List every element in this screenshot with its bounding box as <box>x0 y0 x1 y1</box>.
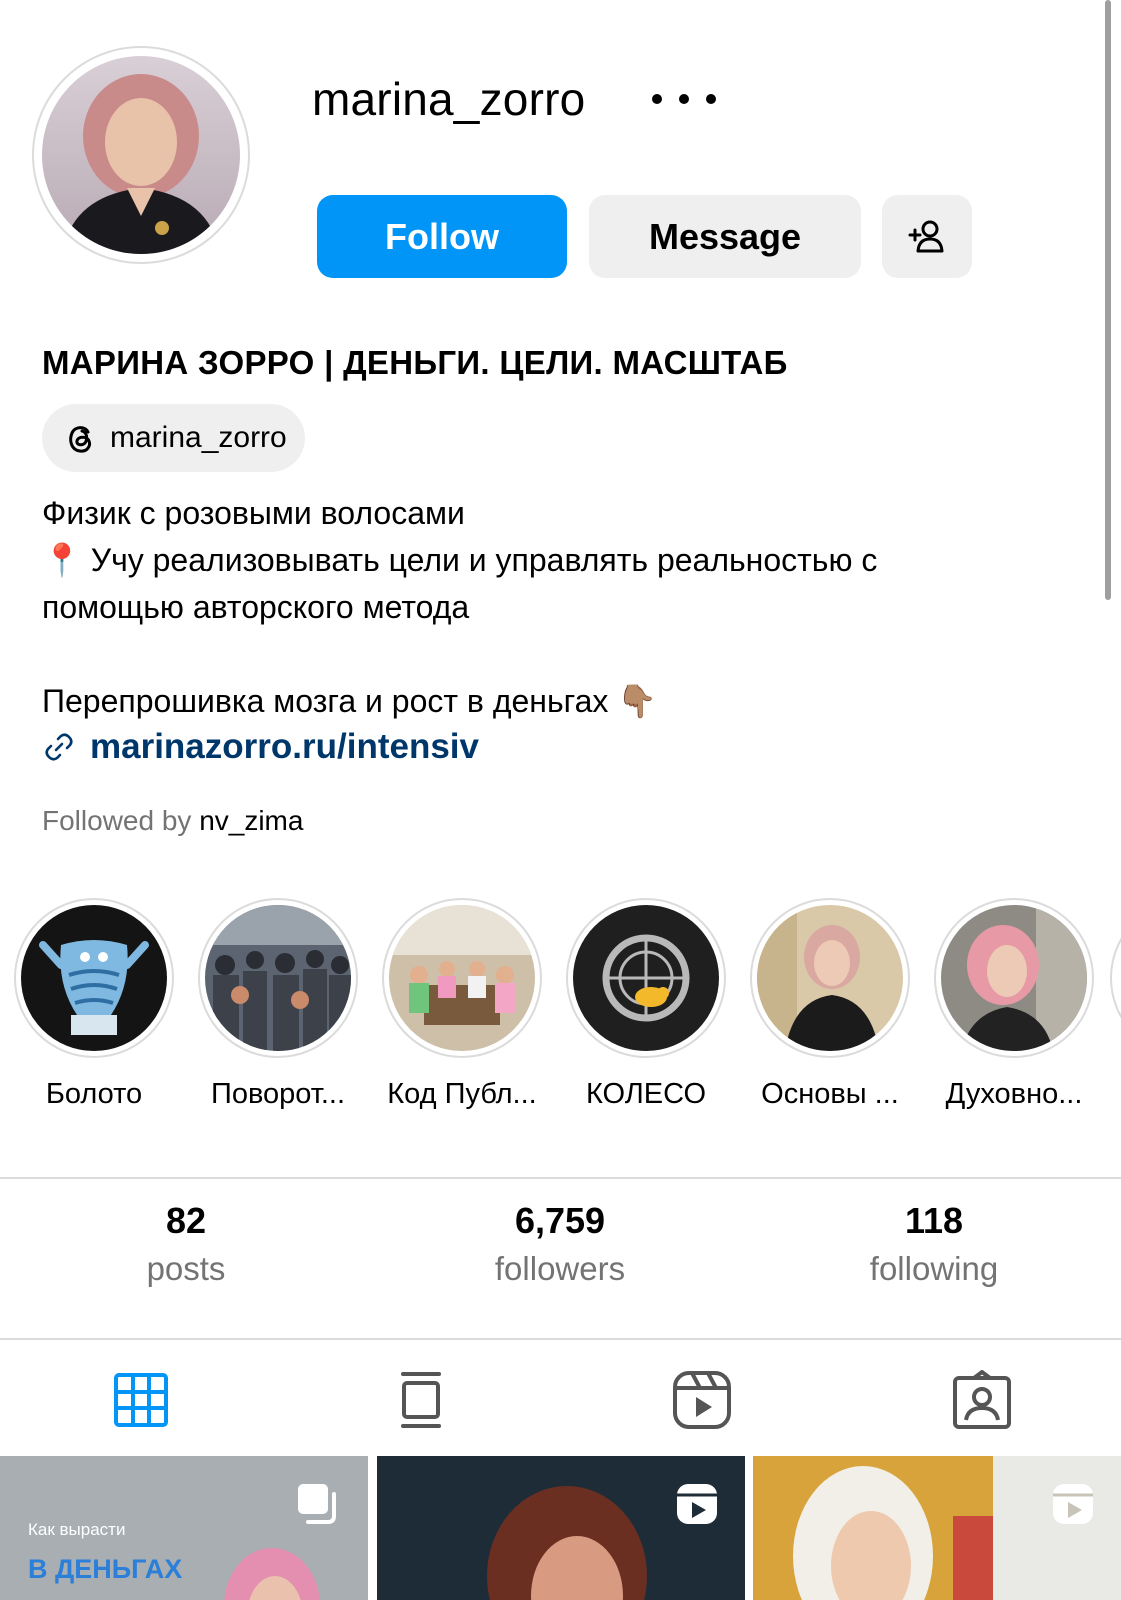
profile-link-text[interactable]: marinazorro.ru/intensiv <box>90 727 479 767</box>
profile-tabs <box>0 1340 1121 1456</box>
highlight-label: Поворот... <box>210 1078 346 1110</box>
bio-line <box>42 631 1082 678</box>
highlight-item[interactable]: Поворот... <box>196 898 360 1111</box>
tab-tagged[interactable] <box>950 1368 1014 1432</box>
scrollbar[interactable] <box>1105 0 1111 600</box>
post-image <box>377 1456 745 1600</box>
posts-count-value: 82 <box>165 1200 207 1241</box>
story-highlights[interactable]: Болото Поворот... Код Публ... КОЛЕСО Осн… <box>0 898 1121 1118</box>
message-button[interactable]: Message <box>589 195 861 278</box>
avatar-image <box>42 56 240 254</box>
profile-link[interactable]: marinazorro.ru/intensiv <box>42 727 479 767</box>
highlight-item[interactable]: Код Публ... <box>380 898 544 1111</box>
threads-icon <box>69 426 91 453</box>
profile-username: marina_zorro <box>312 73 586 125</box>
highlight-item[interactable] <box>1108 898 1121 1058</box>
highlight-label: Болото <box>45 1078 143 1110</box>
highlight-item[interactable]: Болото <box>12 898 176 1111</box>
followers-count-label: followers <box>494 1250 626 1287</box>
post-caption-big: В ДЕНЬГАХ <box>28 1554 183 1584</box>
profile-stats: 82 posts 6,759 followers 118 following <box>0 1190 1121 1338</box>
threads-badge[interactable]: marina_zorro <box>42 404 305 472</box>
followed-by-user[interactable]: nv_zima <box>199 805 303 836</box>
crowd-photo-icon <box>205 905 351 1051</box>
grid-icon <box>114 1373 168 1427</box>
more-options-icon[interactable] <box>652 82 716 116</box>
highlight-label: Код Публ... <box>387 1078 537 1110</box>
highlight-label: Основы ... <box>761 1078 899 1110</box>
bio-line: Перепрошивка мозга и рост в деньгах 👇🏽 <box>42 683 658 719</box>
post-thumbnail[interactable]: Как вырасти В ДЕНЬГАХ <box>0 1456 368 1600</box>
followers-count-value: 6,759 <box>514 1200 606 1241</box>
posts-count[interactable]: 82 posts <box>36 1200 336 1288</box>
reels-icon <box>673 1371 731 1429</box>
tab-reels[interactable] <box>670 1368 734 1432</box>
highlight-label: Духовно... <box>945 1078 1083 1110</box>
posts-grid: Как вырасти В ДЕНЬГАХ <box>0 1456 1121 1600</box>
bio-line: помощью авторского метода <box>42 589 470 625</box>
tab-posts-grid[interactable] <box>109 1368 173 1432</box>
profile-avatar[interactable] <box>32 46 250 264</box>
divider <box>0 1177 1121 1179</box>
hamster-wheel-icon <box>573 905 719 1051</box>
post-caption-small: Как вырасти <box>28 1520 126 1539</box>
profile-bio: Физик с розовыми волосами 📍 Учу реализов… <box>42 490 1082 725</box>
following-count[interactable]: 118 following <box>784 1200 1084 1288</box>
threads-handle: marina_zorro <box>110 421 287 454</box>
fish-figure-icon <box>21 905 167 1051</box>
feed-icon <box>401 1372 441 1428</box>
posts-count-label: posts <box>146 1250 226 1287</box>
highlight-label: КОЛЕСО <box>585 1078 707 1110</box>
portrait-photo-icon <box>757 905 903 1051</box>
tab-feed[interactable] <box>389 1368 453 1432</box>
post-image <box>753 1456 1121 1600</box>
follow-button[interactable]: Follow <box>317 195 567 278</box>
post-thumbnail[interactable] <box>377 1456 745 1600</box>
bio-line: 📍 Учу реализовывать цели и управлять реа… <box>42 542 878 578</box>
reels-icon <box>677 1484 717 1524</box>
tagged-icon <box>953 1370 1011 1429</box>
followed-by[interactable]: Followed by nv_zima <box>42 805 303 837</box>
reels-icon <box>1053 1484 1093 1524</box>
followers-count[interactable]: 6,759 followers <box>410 1200 710 1288</box>
carousel-icon <box>298 1484 336 1524</box>
highlight-item[interactable]: Основы ... <box>748 898 912 1111</box>
bio-line: Физик с розовыми волосами <box>42 495 465 531</box>
highlight-item[interactable]: КОЛЕСО <box>564 898 728 1111</box>
following-count-value: 118 <box>904 1200 964 1241</box>
group-dinner-photo-icon <box>389 905 535 1051</box>
following-count-label: following <box>869 1250 999 1287</box>
add-person-icon <box>908 220 944 252</box>
highlight-item[interactable]: Духовно... <box>932 898 1096 1111</box>
profile-full-name: МАРИНА ЗОРРО | ДЕНЬГИ. ЦЕЛИ. МАСШТАБ <box>42 344 788 381</box>
portrait-photo-icon <box>941 905 1087 1051</box>
suggest-users-button[interactable] <box>882 195 972 278</box>
link-icon <box>45 733 73 761</box>
post-thumbnail[interactable] <box>753 1456 1121 1600</box>
followed-by-prefix: Followed by <box>42 805 192 836</box>
